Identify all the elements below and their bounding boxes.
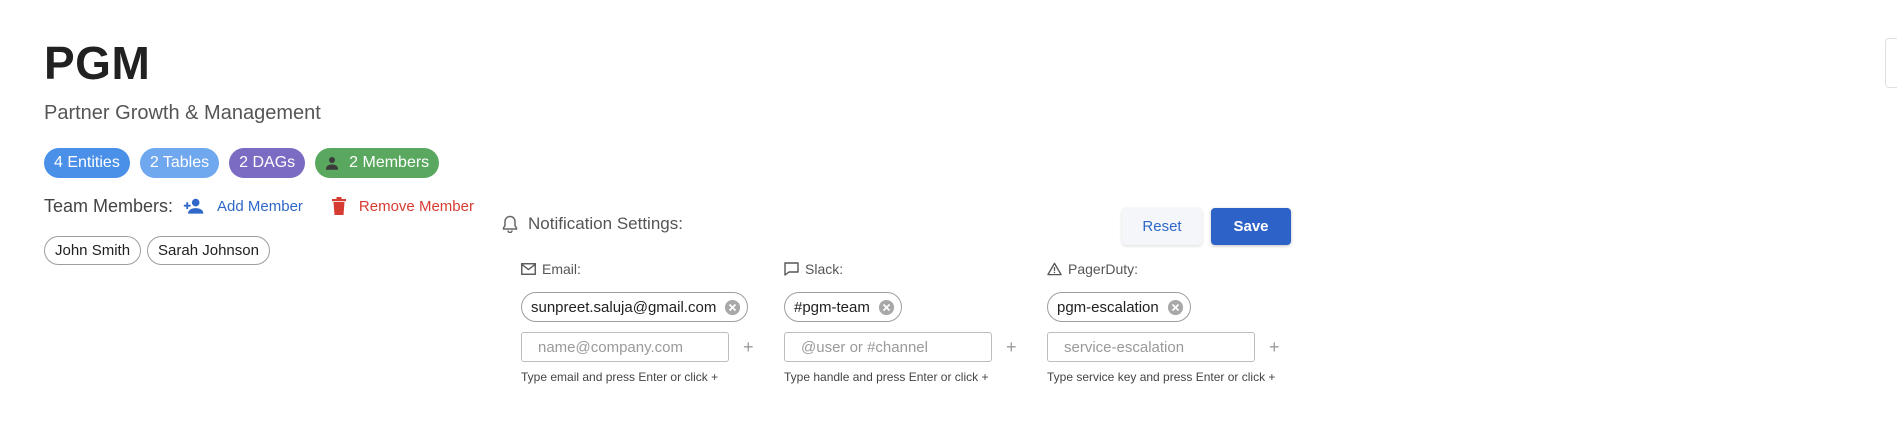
pagerduty-label: PagerDuty: (1068, 261, 1139, 277)
pagerduty-hint: Type service key and press Enter or clic… (1047, 370, 1276, 384)
trash-icon (331, 197, 346, 215)
member-chip[interactable]: Sarah Johnson (147, 236, 270, 265)
person-add-icon (183, 198, 204, 214)
notification-settings-header: Notification Settings: (502, 214, 683, 234)
email-value: sunpreet.saluja@gmail.com (531, 298, 717, 316)
add-member-button[interactable]: Add Member (183, 197, 303, 215)
pagerduty-value: pgm-escalation (1057, 298, 1159, 316)
stats-chips: 4 Entities 2 Tables 2 DAGs 2 Members (44, 148, 440, 178)
tables-chip[interactable]: 2 Tables (139, 148, 220, 178)
page-subtitle: Partner Growth & Management (44, 102, 321, 124)
slack-label: Slack: (805, 261, 844, 277)
mail-icon (521, 263, 536, 275)
notification-settings-label: Notification Settings: (528, 214, 683, 233)
bell-icon (502, 215, 518, 233)
email-header: Email: (521, 260, 751, 278)
members-chip[interactable]: 2 Members (315, 148, 440, 178)
add-email-button[interactable]: + (743, 337, 754, 358)
reset-button[interactable]: Reset (1122, 208, 1202, 245)
slack-input-row: + (784, 332, 1017, 362)
close-circle-icon[interactable] (878, 299, 895, 316)
members-chip-label: 2 Members (349, 154, 430, 171)
remove-member-label: Remove Member (358, 197, 474, 215)
pagerduty-settings: PagerDuty: pgm-escalation + Type service… (1047, 260, 1280, 384)
close-circle-icon[interactable] (724, 299, 741, 316)
member-chip[interactable]: John Smith (44, 236, 142, 265)
slack-header: Slack: (784, 260, 1014, 278)
pagerduty-header: PagerDuty: (1047, 260, 1277, 278)
slack-value: #pgm-team (794, 298, 870, 316)
dags-chip[interactable]: 2 DAGs (229, 148, 306, 178)
email-input[interactable] (521, 332, 729, 362)
member-list: John Smith Sarah Johnson (44, 236, 270, 265)
team-members-label: Team Members: (44, 195, 174, 216)
team-members-row: Team Members: Add Member Remove Member (44, 194, 502, 218)
slack-input[interactable] (784, 332, 992, 362)
save-button[interactable]: Save (1211, 208, 1291, 245)
add-pagerduty-button[interactable]: + (1269, 337, 1280, 358)
add-slack-button[interactable]: + (1006, 337, 1017, 358)
slack-value-chip: #pgm-team (784, 292, 902, 322)
email-settings: Email: sunpreet.saluja@gmail.com + Type … (521, 260, 754, 384)
email-label: Email: (542, 261, 581, 277)
chat-bubble-icon (784, 262, 799, 276)
email-input-row: + (521, 332, 754, 362)
add-member-label: Add Member (217, 197, 303, 215)
pagerduty-value-chip: pgm-escalation (1047, 292, 1191, 322)
person-icon (326, 157, 339, 170)
pagerduty-input-row: + (1047, 332, 1280, 362)
slack-hint: Type handle and press Enter or click + (784, 370, 989, 384)
remove-member-button[interactable]: Remove Member (331, 197, 474, 215)
page-title: PGM (44, 37, 151, 89)
entities-chip[interactable]: 4 Entities (44, 148, 130, 178)
side-panel-edge (1885, 38, 1897, 88)
email-hint: Type email and press Enter or click + (521, 370, 719, 384)
pagerduty-input[interactable] (1047, 332, 1255, 362)
warning-icon (1047, 262, 1062, 276)
close-circle-icon[interactable] (1167, 299, 1184, 316)
email-value-chip: sunpreet.saluja@gmail.com (521, 292, 749, 322)
slack-settings: Slack: #pgm-team + Type handle and press… (784, 260, 1017, 384)
